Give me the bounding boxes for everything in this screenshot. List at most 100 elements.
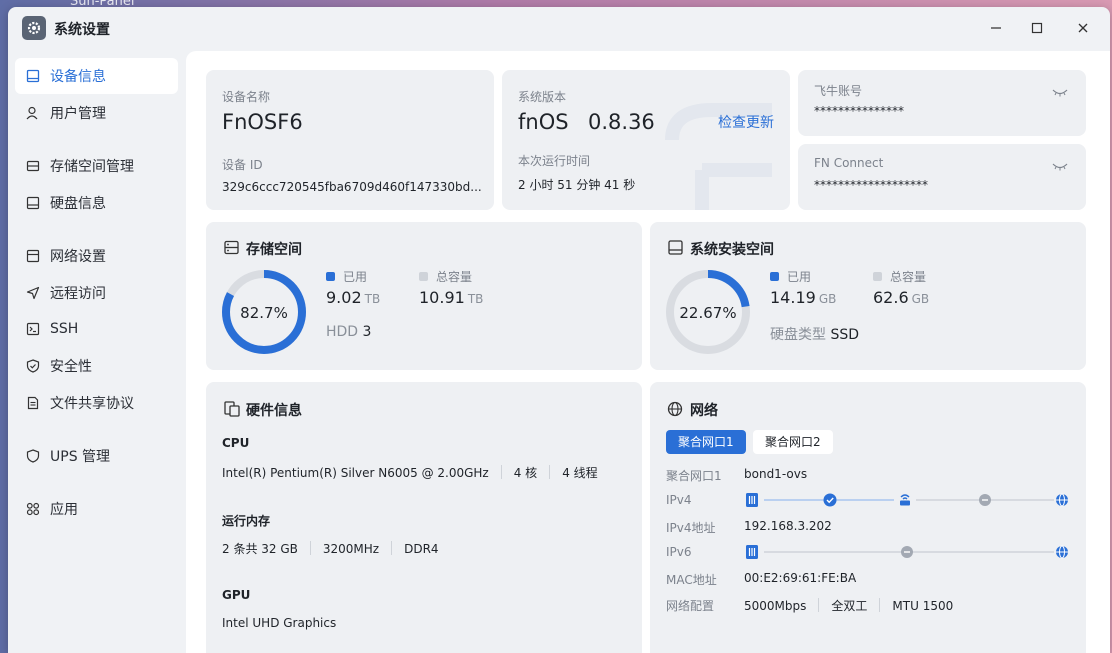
settings-window: 系统设置 设备信息 用户管理 存储空间管理 硬盘信息 网络设置 远程访问 SSH… bbox=[8, 7, 1110, 653]
sidebar-item-label: 用户管理 bbox=[50, 106, 106, 122]
storage-used-label: 已用 bbox=[343, 270, 368, 284]
sidebar-item-disks[interactable]: 硬盘信息 bbox=[15, 185, 178, 221]
eye-closed-icon[interactable] bbox=[1052, 84, 1068, 103]
system-used-number: 14.19 bbox=[770, 288, 816, 307]
sidebar-item-label: 硬盘信息 bbox=[50, 196, 106, 212]
user-icon bbox=[25, 105, 41, 121]
sidebar: 设备信息 用户管理 存储空间管理 硬盘信息 网络设置 远程访问 SSH 安全性 bbox=[8, 51, 186, 651]
system-used-value: 14.19 GB bbox=[770, 288, 836, 307]
mtu-value: MTU 1500 bbox=[892, 599, 954, 613]
network-settings-icon bbox=[25, 248, 41, 264]
disk-type-label: 硬盘类型 bbox=[770, 327, 826, 343]
used-square bbox=[326, 272, 335, 281]
system-disk-type: 硬盘类型 SSD bbox=[770, 324, 859, 344]
system-total-number: 62.6 bbox=[873, 288, 909, 307]
divider bbox=[549, 465, 551, 479]
iface-value: bond1-ovs bbox=[744, 467, 808, 481]
sidebar-item-device-info[interactable]: 设备信息 bbox=[15, 58, 178, 94]
cpu-label: CPU bbox=[222, 436, 250, 450]
system-used-legend: 已用 bbox=[770, 268, 811, 285]
sidebar-item-label: 设备信息 bbox=[50, 69, 106, 85]
ipv4-address-label: IPv4地址 bbox=[666, 521, 716, 535]
ups-shield-icon bbox=[25, 448, 41, 464]
gpu-label: GPU bbox=[222, 588, 251, 602]
system-used-label: 已用 bbox=[787, 270, 812, 284]
sidebar-item-network[interactable]: 网络设置 bbox=[15, 238, 178, 274]
cpu-cores: 4 核 bbox=[513, 466, 538, 480]
sidebar-item-label: UPS 管理 bbox=[50, 449, 111, 465]
apps-grid-icon bbox=[25, 501, 41, 517]
ram-type: DDR4 bbox=[404, 542, 439, 556]
document-icon bbox=[25, 395, 41, 411]
sidebar-item-label: 远程访问 bbox=[50, 286, 106, 302]
sidebar-item-file-sharing[interactable]: 文件共享协议 bbox=[15, 385, 178, 421]
gear-icon bbox=[22, 16, 46, 40]
feiniu-account-card: 飞牛账号 *************** bbox=[798, 70, 1086, 136]
sidebar-item-ups[interactable]: UPS 管理 bbox=[15, 438, 178, 474]
network-card: 网络 聚合网口1 聚合网口2 聚合网口1 bond1-ovs IPv4 IPv4… bbox=[650, 382, 1086, 653]
ipv4-status-diagram bbox=[746, 493, 1068, 507]
storage-total-number: 10.91 bbox=[419, 288, 465, 307]
sidebar-item-label: 网络设置 bbox=[50, 249, 106, 265]
sidebar-item-storage[interactable]: 存储空间管理 bbox=[15, 148, 178, 184]
ram-speed: 3200MHz bbox=[322, 542, 380, 556]
disk-icon bbox=[668, 240, 683, 259]
storage-total-legend: 总容量 bbox=[419, 268, 472, 285]
os-version: 0.8.36 bbox=[588, 110, 655, 134]
window-title: 系统设置 bbox=[54, 22, 110, 38]
divider bbox=[818, 598, 820, 612]
ipv4-address: 192.168.3.202 bbox=[744, 519, 832, 533]
divider bbox=[879, 598, 881, 612]
ipv6-status-diagram bbox=[746, 545, 1068, 559]
storage-total-label: 总容量 bbox=[436, 270, 473, 284]
cpu-model: Intel(R) Pentium(R) Silver N6005 @ 2.00G… bbox=[222, 466, 489, 480]
close-button[interactable] bbox=[1073, 18, 1093, 38]
network-config-info: 5000Mbps 全双工 MTU 1500 bbox=[744, 597, 953, 614]
fn-connect-value: ******************* bbox=[814, 178, 928, 192]
sidebar-item-ssh[interactable]: SSH bbox=[15, 311, 178, 347]
system-space-title: 系统安装空间 bbox=[690, 242, 774, 258]
device-id-label: 设备 ID bbox=[222, 158, 263, 172]
sidebar-item-label: 文件共享协议 bbox=[50, 396, 134, 412]
send-icon bbox=[25, 285, 41, 301]
sidebar-item-label: 应用 bbox=[50, 502, 78, 518]
tab-bond2[interactable]: 聚合网口2 bbox=[753, 430, 833, 454]
system-used-unit: GB bbox=[818, 292, 837, 306]
total-square bbox=[873, 272, 882, 281]
system-total-legend: 总容量 bbox=[873, 268, 926, 285]
storage-percent: 82.7% bbox=[240, 304, 288, 322]
terminal-icon bbox=[25, 321, 41, 337]
feiniu-account-label: 飞牛账号 bbox=[814, 84, 863, 98]
hardware-info-card: 硬件信息 CPU Intel(R) Pentium(R) Silver N600… bbox=[206, 382, 642, 653]
system-total-unit: GB bbox=[911, 292, 930, 306]
system-space-percent: 22.67% bbox=[679, 304, 737, 322]
check-update-link[interactable]: 检查更新 bbox=[718, 112, 774, 132]
storage-icon bbox=[224, 240, 239, 259]
system-total-label: 总容量 bbox=[890, 270, 927, 284]
system-total-value: 62.6 GB bbox=[873, 288, 929, 307]
sidebar-item-security[interactable]: 安全性 bbox=[15, 348, 178, 384]
storage-total-value: 10.91 TB bbox=[419, 288, 483, 307]
divider bbox=[391, 541, 393, 555]
mac-address: 00:E2:69:61:FE:BA bbox=[744, 571, 857, 585]
system-version-label: 系统版本 bbox=[518, 90, 567, 104]
tab-bond1[interactable]: 聚合网口1 bbox=[666, 430, 746, 454]
fn-connect-card: FN Connect ******************* bbox=[798, 144, 1086, 210]
ram-size: 2 条共 32 GB bbox=[222, 542, 298, 556]
storage-disk-label: HDD bbox=[326, 324, 359, 340]
sidebar-item-apps[interactable]: 应用 bbox=[15, 491, 178, 527]
title-bar: 系统设置 bbox=[8, 7, 1110, 49]
network-config-label: 网络配置 bbox=[666, 599, 715, 613]
sidebar-item-users[interactable]: 用户管理 bbox=[15, 95, 178, 131]
divider bbox=[500, 465, 502, 479]
storage-total-unit: TB bbox=[467, 292, 484, 306]
storage-icon bbox=[25, 158, 41, 174]
sidebar-item-label: SSH bbox=[50, 321, 79, 337]
storage-title: 存储空间 bbox=[246, 242, 302, 258]
eye-closed-icon[interactable] bbox=[1052, 158, 1068, 177]
minimize-button[interactable] bbox=[986, 18, 1006, 38]
sidebar-item-remote-access[interactable]: 远程访问 bbox=[15, 275, 178, 311]
ram-info: 2 条共 32 GB 3200MHz DDR4 bbox=[222, 540, 439, 557]
main-content: 设备名称 FnOSF6 设备 ID 329c6ccc720545fba6709d… bbox=[186, 51, 1110, 653]
maximize-button[interactable] bbox=[1027, 18, 1047, 38]
